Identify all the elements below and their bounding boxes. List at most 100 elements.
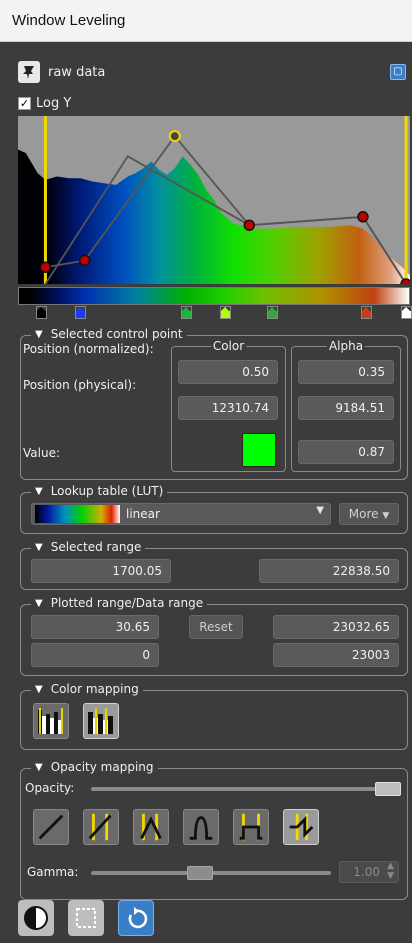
opacity-shape-icon — [189, 816, 213, 840]
opacity-control-point — [243, 219, 256, 231]
gamma-slider-handle[interactable] — [187, 866, 214, 880]
bump-opacity-button[interactable] — [183, 809, 219, 845]
selected-range-toggle[interactable]: ▼ Selected range — [31, 540, 146, 554]
lut-dropdown[interactable]: linear ▼ — [31, 503, 331, 525]
selected-point-title: Selected control point — [50, 327, 183, 341]
opacity-slider-handle[interactable] — [375, 782, 401, 796]
color-position-physical[interactable]: 12310.74 — [178, 396, 278, 420]
alpha-header: Alpha — [326, 339, 366, 353]
color-marker[interactable] — [361, 306, 373, 319]
ramp-threshold-opacity-button[interactable] — [83, 809, 119, 845]
expand-icon[interactable]: ▢ — [390, 64, 406, 80]
color-marker[interactable] — [181, 306, 193, 319]
collapse-icon: ▼ — [35, 597, 43, 609]
data-min-field: 0 — [31, 643, 159, 667]
opacity-label: Opacity: — [25, 781, 75, 795]
range-max-field[interactable]: 22838.50 — [259, 559, 399, 583]
selected-range-title: Selected range — [50, 540, 142, 554]
color-marker[interactable] — [220, 306, 232, 319]
alpha-position-normalized[interactable]: 0.35 — [298, 360, 394, 384]
opacity-shape-icon — [239, 813, 263, 841]
opacity-shape-icon — [140, 813, 162, 841]
color-mapping-toggle[interactable]: ▼ Color mapping — [31, 682, 143, 696]
opacity-mapping-title: Opacity mapping — [50, 760, 154, 774]
box-opacity-button[interactable] — [233, 809, 269, 845]
color-swatch-button[interactable] — [242, 433, 276, 467]
lut-title: Lookup table (LUT) — [50, 484, 164, 498]
pos-norm-label: Position (normalized): — [23, 342, 154, 356]
color-mapping-group: ▼ Color mapping — [20, 682, 408, 750]
color-marker[interactable] — [36, 306, 48, 319]
chevron-down-icon: ▼ — [316, 505, 324, 516]
range-min-field[interactable]: 1700.05 — [31, 559, 171, 583]
collapse-icon: ▼ — [35, 761, 43, 773]
opacity-mapping-group: ▼ Opacity mapping Opacity: Gamma: 1.00 ▲ ▼ — [20, 760, 408, 900]
select-region-button[interactable] — [68, 900, 104, 936]
gamma-spinbox[interactable]: 1.00 ▲ ▼ — [339, 861, 399, 883]
ramp-short-opacity-button[interactable] — [133, 809, 169, 845]
color-map-full-range-button[interactable] — [33, 703, 69, 739]
alpha-value-field[interactable]: 0.87 — [298, 440, 394, 464]
selected-point-group: ▼ Selected control point Position (normal… — [20, 327, 408, 480]
gamma-slider-track[interactable] — [91, 866, 331, 880]
plotted-range-title: Plotted range/Data range — [50, 596, 204, 610]
chevron-down-icon: ▼ — [382, 511, 390, 521]
color-mapping-title: Color mapping — [50, 682, 139, 696]
colorbar — [18, 287, 410, 305]
opacity-mapping-toggle[interactable]: ▼ Opacity mapping — [31, 760, 158, 774]
histogram-icon — [88, 708, 113, 734]
data-max-field: 23003 — [273, 643, 399, 667]
log-y-checkbox[interactable]: ✓ Log Y — [18, 96, 71, 111]
selected-point-toggle[interactable]: ▼ Selected control point — [31, 327, 187, 341]
plotted-range-toggle[interactable]: ▼ Plotted range/Data range — [31, 596, 208, 610]
pin-icon[interactable] — [18, 61, 40, 83]
plot-max-field[interactable]: 23032.65 — [273, 615, 399, 639]
opacity-slider-track[interactable] — [91, 782, 401, 796]
lut-toggle[interactable]: ▼ Lookup table (LUT) — [31, 484, 168, 498]
plot-min-field[interactable]: 30.65 — [31, 615, 159, 639]
opacity-control-point — [357, 211, 369, 223]
lut-preview — [35, 505, 120, 523]
opacity-shape-icon — [289, 813, 314, 841]
pos-phys-label: Position (physical): — [23, 378, 137, 392]
plotted-range-group: ▼ Plotted range/Data range 30.65 Reset 23… — [20, 596, 408, 676]
opacity-control-point — [39, 261, 52, 273]
value-label: Value: — [23, 446, 60, 460]
collapse-icon: ▼ — [35, 485, 43, 497]
lut-group: ▼ Lookup table (LUT) linear ▼ More ▼ — [20, 484, 408, 534]
contrast-icon — [24, 906, 48, 930]
window-title: Window Leveling — [0, 0, 412, 42]
log-y-label: Log Y — [36, 96, 72, 111]
spinner-icon[interactable]: ▲ ▼ — [387, 861, 394, 881]
color-marker[interactable] — [267, 306, 279, 319]
histogram-icon — [38, 708, 63, 734]
opacity-control-point — [78, 254, 91, 267]
color-position-normalized[interactable]: 0.50 — [178, 360, 278, 384]
invert-button[interactable] — [18, 900, 54, 936]
opacity-shape-icon — [88, 813, 112, 841]
collapse-icon: ▼ — [35, 541, 43, 553]
color-marker[interactable] — [75, 306, 87, 319]
color-subgroup: Color 0.50 12310.74 — [171, 339, 286, 472]
histogram-chart[interactable] — [18, 116, 410, 284]
color-markers[interactable] — [18, 305, 412, 321]
data-header: raw data ▢ — [18, 60, 408, 84]
color-marker[interactable] — [400, 306, 412, 319]
inverse-ramp-opacity-button[interactable] — [283, 809, 319, 845]
dashed-rectangle-icon — [76, 908, 96, 928]
color-map-visible-range-button[interactable] — [83, 703, 119, 739]
lut-more-label: More — [348, 507, 379, 521]
alpha-position-physical[interactable]: 9184.51 — [298, 396, 394, 420]
reset-button[interactable]: Reset — [189, 615, 243, 639]
checkbox-icon[interactable]: ✓ — [18, 97, 31, 110]
ramp-opacity-button[interactable] — [33, 809, 69, 845]
opacity-shape-buttons — [33, 809, 393, 849]
alpha-subgroup: Alpha 0.35 9184.51 0.87 — [291, 339, 401, 472]
refresh-icon — [128, 907, 148, 929]
selected-control-point — [168, 130, 181, 143]
color-header: Color — [210, 339, 247, 353]
collapse-icon: ▼ — [35, 683, 43, 695]
opacity-shape-icon — [38, 814, 64, 840]
reset-view-button[interactable] — [118, 900, 154, 936]
lut-more-button[interactable]: More ▼ — [339, 503, 399, 525]
